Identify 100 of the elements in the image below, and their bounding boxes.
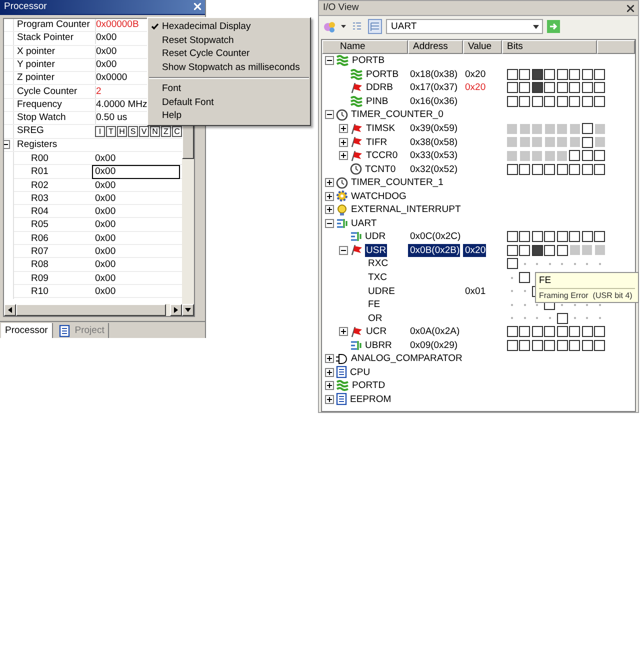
menu-item[interactable]: Reset Cycle Counter — [148, 47, 310, 60]
menu-item[interactable]: Hexadecimal Display — [148, 20, 310, 34]
register-name[interactable]: EXTERNAL_INTERRUPT — [350, 203, 462, 216]
register-name: R03 — [31, 192, 48, 205]
register-value[interactable]: 0x00 — [92, 258, 180, 272]
register-name: R01 — [31, 166, 48, 178]
register-name[interactable]: UCR — [365, 325, 388, 338]
register-name[interactable]: PORTB — [351, 54, 386, 68]
tooltip-text: Framing Error (USR bit 4) — [539, 291, 634, 300]
register-name[interactable]: UART — [350, 216, 378, 230]
register-name[interactable]: UDRE — [367, 284, 396, 298]
property-label: Z pointer — [17, 72, 54, 84]
register-value[interactable]: 0x00 — [92, 284, 180, 299]
register-value[interactable]: 0x00 — [92, 232, 180, 246]
property-value: 0x0000 — [95, 72, 128, 84]
address-text: 0x09(0x29) — [409, 338, 458, 352]
register-name: R04 — [31, 206, 48, 218]
register-value[interactable]: 0x00 — [92, 165, 180, 180]
column-header[interactable]: Name — [322, 40, 408, 54]
register-name[interactable]: UBRR — [364, 338, 393, 352]
value-text: 0x20 — [464, 81, 486, 94]
address-text: 0x0A(0x2A) — [409, 325, 460, 338]
property-label: SREG — [17, 125, 44, 138]
register-name[interactable]: TIMER_COUNTER_1 — [350, 176, 444, 190]
register-value[interactable]: 0x00 — [92, 245, 180, 259]
value-text: 0x20 — [463, 244, 486, 257]
register-name: R05 — [31, 219, 48, 232]
property-value: 0x00000B — [95, 19, 139, 32]
register-name: R07 — [31, 246, 48, 258]
menu-item[interactable]: Show Stopwatch as milliseconds — [148, 60, 310, 74]
address-text: 0x17(0x37) — [409, 81, 458, 94]
property-value: 0x00 — [95, 58, 117, 71]
register-value[interactable]: 0x00 — [92, 272, 180, 286]
address-text: 0x0B(0x2B) — [408, 244, 460, 257]
register-name[interactable]: DDRB — [365, 81, 394, 94]
property-label: Frequency — [17, 98, 62, 111]
register-name: R10 — [31, 286, 48, 298]
register-name: R00 — [31, 152, 48, 165]
register-name[interactable]: TIMSK — [365, 122, 396, 135]
menu-item[interactable]: Help — [148, 109, 310, 122]
register-value[interactable]: 0x00 — [92, 178, 180, 193]
column-header[interactable]: Address — [408, 40, 463, 54]
register-name[interactable]: TCNT0 — [364, 162, 397, 176]
property-label: Stop Watch — [17, 112, 66, 124]
register-name[interactable]: RXC — [367, 257, 390, 270]
column-header[interactable]: Bits — [502, 40, 597, 54]
register-name: R06 — [31, 232, 48, 245]
panel-tab[interactable]: Processor — [1, 323, 53, 338]
module-select[interactable]: UART — [386, 19, 543, 34]
column-header[interactable]: Value — [463, 40, 502, 54]
value-text: 0x01 — [464, 284, 486, 298]
register-name[interactable]: TXC — [367, 271, 388, 284]
register-name[interactable]: PINB — [365, 94, 390, 108]
property-value: 0x00 — [95, 32, 117, 44]
address-text: 0x18(0x38) — [409, 68, 458, 81]
address-text: 0x0C(0x2C) — [409, 230, 461, 244]
register-name[interactable]: EEPROM — [349, 392, 392, 406]
register-value[interactable]: 0x00 — [92, 192, 180, 206]
register-name[interactable]: PORTB — [365, 68, 400, 81]
menu-item[interactable]: Font — [148, 82, 310, 96]
address-text: 0x39(0x59) — [409, 122, 458, 135]
property-value: 0x00 — [95, 46, 117, 58]
menu-item[interactable]: Default Font — [148, 96, 310, 109]
status-flag: V — [139, 126, 149, 137]
register-name[interactable]: TIFR — [365, 136, 388, 149]
menu-item[interactable]: Reset Stopwatch — [148, 34, 310, 47]
address-text: 0x32(0x52) — [409, 162, 458, 176]
register-name[interactable]: TCCR0 — [365, 149, 399, 162]
tooltip-title: FE — [539, 275, 552, 286]
register-name: R02 — [31, 180, 48, 192]
register-name[interactable]: USR — [365, 244, 388, 257]
register-name: R09 — [31, 272, 48, 285]
status-flag: I — [95, 126, 105, 137]
register-name[interactable]: WATCHDOG — [350, 190, 408, 203]
status-flag: Z — [161, 126, 171, 137]
status-flag: C — [172, 126, 182, 137]
register-name[interactable]: OR — [367, 312, 384, 325]
register-value[interactable]: 0x00 — [92, 218, 180, 232]
register-name[interactable]: ANALOG_COMPARATOR — [350, 352, 464, 366]
panel-title: I/O View — [323, 2, 359, 14]
register-value[interactable]: 0x00 — [92, 205, 180, 220]
register-name[interactable]: UDR — [364, 230, 387, 244]
address-text: 0x33(0x53) — [409, 149, 458, 162]
value-text: 0x20 — [464, 68, 486, 81]
register-name[interactable]: FE — [367, 298, 382, 312]
group-label: Registers — [17, 138, 58, 151]
property-value: 2 — [95, 86, 102, 98]
status-flag: S — [128, 126, 138, 137]
address-text: 0x38(0x58) — [409, 136, 458, 149]
property-label: Stack Pointer — [17, 32, 74, 44]
register-name[interactable]: PORTD — [351, 379, 386, 392]
property-label: Y pointer — [17, 58, 55, 71]
register-name[interactable]: CPU — [349, 366, 372, 379]
property-label: Cycle Counter — [17, 86, 78, 98]
status-flag: H — [117, 126, 127, 137]
property-label: Program Counter — [17, 19, 90, 32]
register-name[interactable]: TIMER_COUNTER_0 — [350, 108, 444, 122]
property-value: 0.50 us — [95, 112, 128, 124]
register-value[interactable]: 0x00 — [92, 152, 180, 166]
panel-title: Processor — [4, 0, 47, 13]
